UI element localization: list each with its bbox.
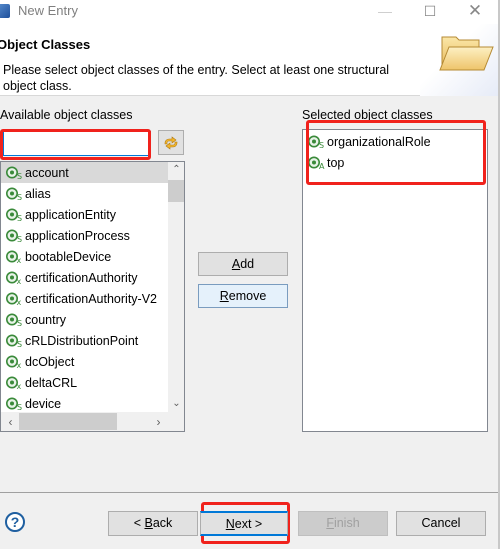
svg-text:x: x xyxy=(17,382,22,390)
refresh-button[interactable] xyxy=(158,130,184,155)
object-class-icon: S xyxy=(6,187,25,201)
help-icon[interactable]: ? xyxy=(5,512,25,532)
svg-text:S: S xyxy=(17,319,22,327)
filter-input[interactable] xyxy=(3,131,151,156)
object-class-icon: x xyxy=(6,271,25,285)
scroll-up-icon[interactable]: ⌃ xyxy=(168,164,184,175)
list-item-label: applicationEntity xyxy=(25,207,117,222)
close-button[interactable]: ✕ xyxy=(455,0,495,24)
list-item[interactable]: Scountry xyxy=(1,309,168,330)
object-class-icon: x xyxy=(6,292,25,306)
svg-text:S: S xyxy=(17,403,22,411)
list-item-label: country xyxy=(25,312,66,327)
list-item-label: certificationAuthority-V2 xyxy=(25,291,158,306)
list-item-label: bootableDevice xyxy=(25,249,112,264)
footer-separator xyxy=(0,492,498,493)
finish-button: Finish xyxy=(298,511,388,536)
list-item[interactable]: x dcObject xyxy=(1,351,168,372)
object-class-icon: A xyxy=(308,156,327,170)
svg-text:x: x xyxy=(17,256,22,264)
list-item-label: dcObject xyxy=(25,354,75,369)
svg-text:S: S xyxy=(17,235,22,243)
list-item[interactable]: Sdevice xyxy=(1,393,168,414)
svg-text:x: x xyxy=(17,277,22,285)
svg-text:S: S xyxy=(17,214,22,222)
folder-open-icon xyxy=(439,36,494,71)
list-item[interactable]: x bootableDevice xyxy=(1,246,168,267)
vertical-scroll-thumb[interactable] xyxy=(168,180,184,202)
svg-text:S: S xyxy=(319,141,324,149)
list-item-label: alias xyxy=(25,186,51,201)
minimize-button[interactable]: — xyxy=(365,0,405,24)
list-item[interactable]: x certificationAuthority-V2 xyxy=(1,288,168,309)
object-class-icon: S xyxy=(308,135,327,149)
scroll-down-icon[interactable]: ⌄ xyxy=(168,398,184,409)
back-button[interactable]: < Back xyxy=(108,511,198,536)
list-item[interactable]: Salias xyxy=(1,183,168,204)
scroll-corner xyxy=(168,412,184,431)
object-class-icon: S xyxy=(6,229,25,243)
svg-text:S: S xyxy=(17,172,22,180)
list-item-label: account xyxy=(25,165,69,180)
svg-text:S: S xyxy=(17,193,22,201)
svg-text:S: S xyxy=(17,340,22,348)
maximize-button[interactable]: ☐ xyxy=(410,0,450,24)
available-label: Available object classes xyxy=(0,108,133,122)
vertical-scrollbar[interactable]: ⌃ ⌄ xyxy=(168,162,184,412)
object-class-icon: S xyxy=(6,208,25,222)
list-item[interactable]: Atop xyxy=(303,152,487,173)
svg-text:x: x xyxy=(17,298,22,306)
available-classes-list[interactable]: Saccount Salias SapplicationEntity Sapplica… xyxy=(0,161,185,432)
list-item[interactable]: SorganizationalRole xyxy=(303,131,487,152)
svg-text:A: A xyxy=(319,162,325,170)
refresh-icon xyxy=(164,135,178,150)
selected-classes-list[interactable]: SorganizationalRole Atop xyxy=(302,129,488,432)
app-icon xyxy=(0,4,10,18)
list-item[interactable]: Saccount xyxy=(1,162,168,183)
object-class-icon: x xyxy=(6,250,25,264)
horizontal-scrollbar[interactable]: ‹ › xyxy=(1,412,184,431)
next-button[interactable]: Next > xyxy=(200,511,288,536)
object-class-icon: S xyxy=(6,313,25,327)
scroll-right-icon[interactable]: › xyxy=(150,415,167,429)
list-item[interactable]: ScRLDistributionPoint xyxy=(1,330,168,351)
banner-image xyxy=(420,24,498,96)
scroll-left-icon[interactable]: ‹ xyxy=(2,415,19,429)
list-item-label: deltaCRL xyxy=(25,375,78,390)
object-class-icon: S xyxy=(6,334,25,348)
list-item[interactable]: SapplicationEntity xyxy=(1,204,168,225)
list-item-label: organizationalRole xyxy=(327,134,431,149)
object-class-icon: S xyxy=(6,397,25,411)
page-description: Please select object classes of the entr… xyxy=(3,63,390,93)
list-item-label: cRLDistributionPoint xyxy=(25,333,139,348)
object-class-icon: x xyxy=(6,376,25,390)
list-item[interactable]: x deltaCRL xyxy=(1,372,168,393)
page-title: Object Classes xyxy=(0,37,91,52)
svg-text:x: x xyxy=(17,361,22,369)
remove-button[interactable]: Remove xyxy=(198,284,288,308)
list-item-label: applicationProcess xyxy=(25,228,130,243)
add-button[interactable]: Add xyxy=(198,252,288,276)
cancel-button[interactable]: Cancel xyxy=(396,511,486,536)
wizard-banner: Object Classes Please select object clas… xyxy=(0,24,498,96)
list-item[interactable]: SapplicationProcess xyxy=(1,225,168,246)
horizontal-scroll-thumb[interactable] xyxy=(19,413,117,430)
object-class-icon: S xyxy=(6,166,25,180)
object-class-icon: x xyxy=(6,355,25,369)
list-item-label: top xyxy=(327,155,345,170)
selected-label: Selected object classes xyxy=(302,108,433,122)
window-title: New Entry xyxy=(18,3,78,18)
title-bar: New Entry — ☐ ✕ xyxy=(0,0,500,24)
list-item-label: device xyxy=(25,396,62,411)
list-item-label: certificationAuthority xyxy=(25,270,138,285)
list-item[interactable]: x certificationAuthority xyxy=(1,267,168,288)
